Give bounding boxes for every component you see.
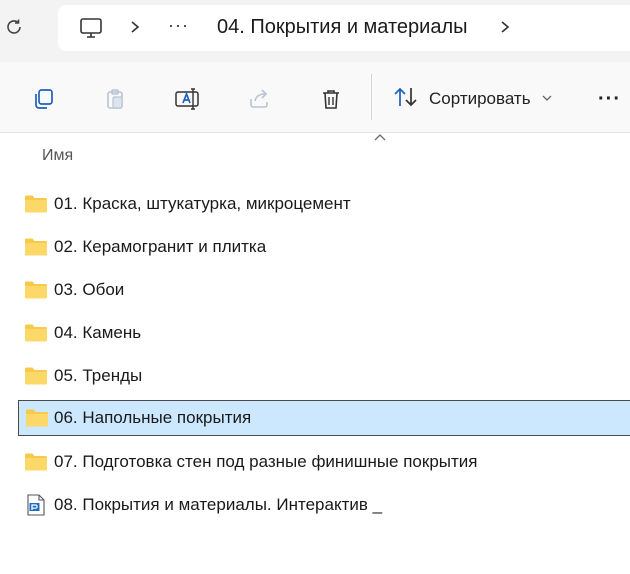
paste-icon — [100, 84, 130, 114]
folder-icon — [24, 366, 48, 386]
item-name: 07. Подготовка стен под разные финишные … — [54, 452, 478, 471]
list-item[interactable]: 01. Краска, штукатурка, микроцемент — [18, 186, 630, 222]
sort-button[interactable]: Сортировать — [393, 84, 553, 114]
sort-icon — [393, 86, 419, 113]
presentation-file-icon — [26, 494, 46, 516]
copy-icon[interactable] — [28, 84, 58, 114]
chevron-down-icon — [541, 90, 553, 108]
toolbar-divider — [371, 74, 372, 120]
folder-icon — [24, 323, 48, 343]
item-name: 04. Камень — [54, 323, 142, 342]
breadcrumb-chevron-icon[interactable] — [128, 17, 142, 42]
sort-label: Сортировать — [429, 89, 531, 108]
rename-icon[interactable] — [172, 84, 202, 114]
address-bar[interactable]: ··· 04. Покрытия и материалы — [58, 5, 630, 51]
command-bar: Сортировать ··· — [0, 62, 630, 133]
folder-icon — [25, 408, 49, 428]
folder-icon — [24, 194, 48, 214]
refresh-icon[interactable] — [2, 14, 26, 40]
list-item[interactable]: 05. Тренды — [18, 358, 630, 394]
column-header-name[interactable]: Имя — [42, 147, 73, 165]
delete-icon[interactable] — [316, 84, 346, 114]
list-item-selected[interactable]: 06. Напольные покрытия — [18, 400, 630, 436]
folder-icon — [24, 452, 48, 472]
folder-icon — [24, 237, 48, 257]
item-name: 05. Тренды — [54, 366, 143, 385]
item-name: 06. Напольные покрытия — [54, 408, 252, 427]
item-name: 02. Керамогранит и плитка — [54, 237, 267, 256]
item-name: 03. Обои — [54, 280, 125, 299]
see-more-button[interactable]: ··· — [598, 88, 621, 111]
list-item[interactable]: 04. Камень — [18, 315, 630, 351]
breadcrumb-current-folder[interactable]: 04. Покрытия и материалы — [217, 16, 468, 39]
list-item[interactable]: 07. Подготовка стен под разные финишные … — [18, 444, 630, 480]
address-bar-area: ··· 04. Покрытия и материалы — [0, 0, 630, 62]
sort-indicator-icon — [373, 130, 387, 148]
breadcrumb-overflow-button[interactable]: ··· — [168, 15, 189, 36]
folder-icon — [24, 280, 48, 300]
list-item[interactable]: 03. Обои — [18, 272, 630, 308]
item-name: 08. Покрытия и материалы. Интерактив _ — [54, 495, 383, 514]
this-pc-icon[interactable] — [78, 15, 104, 41]
share-icon — [244, 84, 274, 114]
item-name: 01. Краска, штукатурка, микроцемент — [54, 194, 351, 213]
list-item[interactable]: 02. Керамогранит и плитка — [18, 229, 630, 265]
breadcrumb-chevron-icon[interactable] — [498, 17, 512, 42]
list-item[interactable]: 08. Покрытия и материалы. Интерактив _ — [18, 487, 630, 523]
